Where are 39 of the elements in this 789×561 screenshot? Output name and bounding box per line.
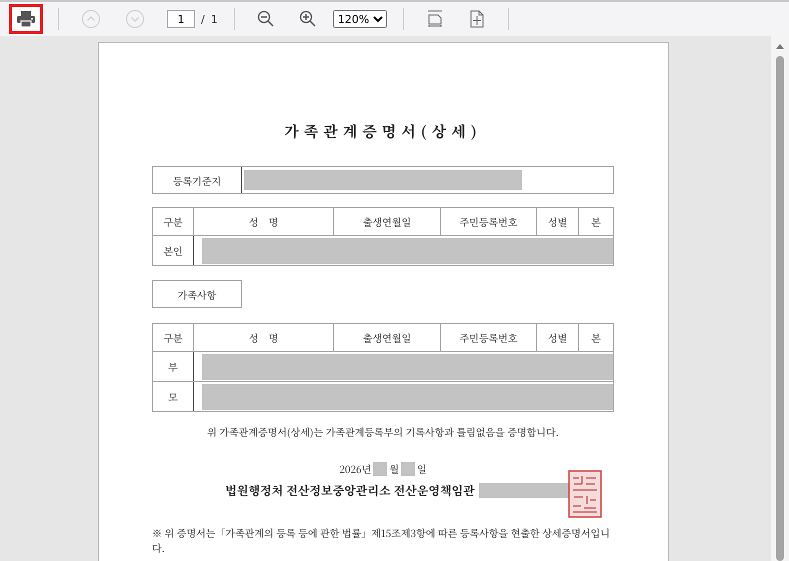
page-number-field[interactable]: 1	[167, 10, 195, 28]
page-separator: /	[201, 12, 205, 26]
table-cell: 부	[152, 352, 194, 382]
scroll-up-icon[interactable]	[775, 42, 785, 50]
table-cell: 모	[152, 382, 194, 412]
page-count: 1	[210, 12, 218, 26]
section-heading: 가족사항	[152, 280, 242, 308]
date-year: 2026년	[339, 461, 372, 476]
column-header: 본	[578, 324, 614, 352]
column-header: 구분	[152, 208, 194, 236]
scrollbar[interactable]	[771, 36, 789, 561]
issuer-name: 법원행정처 전산정보중앙관리소 전산운영책임관	[225, 482, 475, 499]
table-cell: 본인	[152, 236, 194, 266]
column-header: 성별	[536, 324, 578, 352]
fit-page-icon	[468, 10, 486, 28]
zoom-dropdown[interactable]: 120%	[332, 10, 387, 28]
column-header: 구분	[152, 324, 194, 352]
column-header: 주민등록번호	[440, 208, 536, 236]
document-title: 가족관계증명서(상세)	[283, 121, 483, 142]
zoom-in-icon	[298, 10, 317, 28]
print-icon	[17, 11, 35, 27]
print-button[interactable]	[9, 4, 43, 34]
scrollbar-thumb[interactable]	[776, 56, 784, 561]
column-header: 주민등록번호	[440, 324, 536, 352]
certification-statement: 위 가족관계증명서(상세)는 가족관계등록부의 기록사항과 틀림없음을 증명합니다.	[206, 424, 560, 439]
column-header: 출생연월일	[334, 324, 440, 352]
up-chevron-icon	[81, 9, 101, 29]
fit-width-icon	[426, 10, 444, 28]
column-header: 성 명	[194, 324, 334, 352]
down-chevron-icon	[125, 9, 145, 29]
registration-label: 등록기준지	[153, 167, 242, 193]
date-month-unit: 월	[389, 461, 399, 476]
column-header: 성별	[536, 208, 578, 236]
column-header: 본	[578, 208, 614, 236]
column-header: 출생연월일	[334, 208, 440, 236]
column-header: 성 명	[194, 208, 334, 236]
legal-note: ※ 위 증명서는「가족관계의 등록 등에 관한 법률」제15조제3항에 따른 등록사항을 현출한 상세증명서입니다.	[152, 525, 611, 555]
date-day-unit: 일	[416, 461, 427, 476]
zoom-out-icon	[256, 10, 275, 28]
